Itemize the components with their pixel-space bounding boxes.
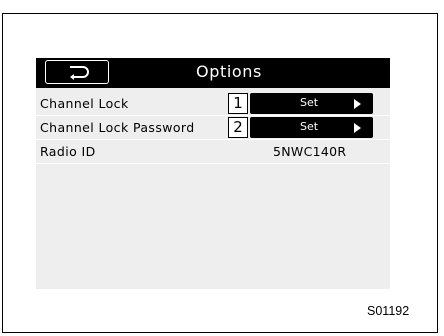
callout-number: 1 <box>228 93 248 114</box>
channel-lock-password-set-button[interactable]: Set <box>250 117 373 138</box>
return-arrow-icon <box>70 66 89 80</box>
row-label: Radio ID <box>40 144 96 159</box>
callout-number: 2 <box>228 117 248 138</box>
options-screen: Options Channel Lock 1 Set Channel Lock … <box>36 58 390 289</box>
page-title: Options <box>196 62 262 81</box>
set-button-label: Set <box>300 120 319 133</box>
back-button[interactable] <box>45 60 109 84</box>
triangle-right-icon <box>354 99 361 109</box>
row-label: Channel Lock Password <box>40 120 195 135</box>
radio-id-value: 5NWC140R <box>273 144 347 159</box>
triangle-right-icon <box>354 123 361 133</box>
row-label: Channel Lock <box>40 96 129 111</box>
set-button-label: Set <box>300 96 319 109</box>
row-radio-id: Radio ID 5NWC140R <box>36 140 390 164</box>
row-channel-lock-password: Channel Lock Password 2 Set <box>36 116 390 140</box>
channel-lock-set-button[interactable]: Set <box>250 93 373 114</box>
figure-code: S01192 <box>367 304 410 318</box>
header-bar: Options <box>36 58 390 88</box>
row-channel-lock: Channel Lock 1 Set <box>36 92 390 116</box>
